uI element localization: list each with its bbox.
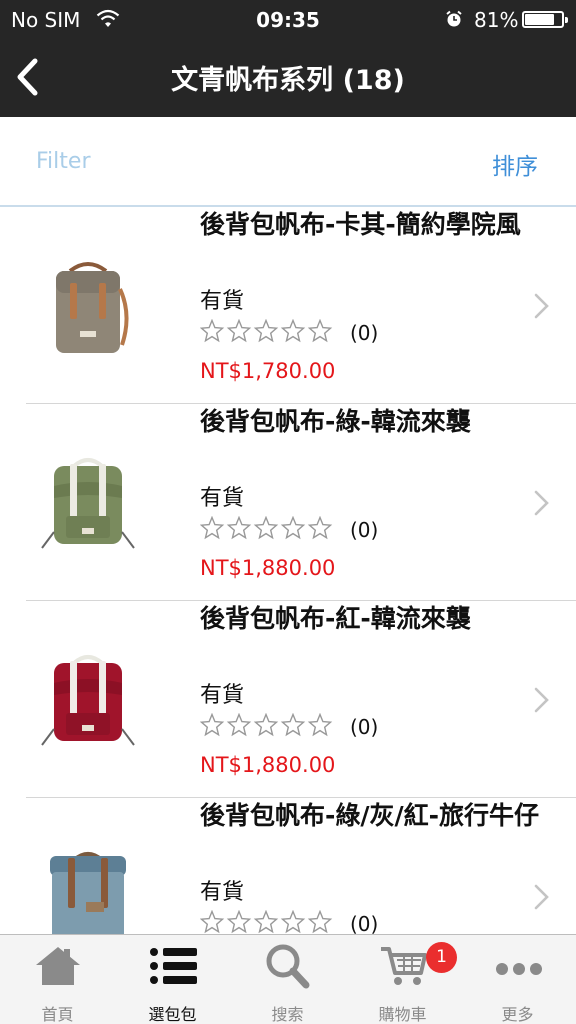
- star-icon: [307, 516, 333, 540]
- tab-label: 更多: [501, 1005, 534, 1024]
- alarm-icon: [446, 10, 462, 27]
- product-name: 後背包帆布-紅-韓流來襲: [200, 604, 471, 633]
- stock-status: 有貨: [200, 683, 245, 708]
- product-name: 後背包帆布-卡其-簡約學院風: [200, 210, 521, 239]
- star-icon: [200, 713, 225, 737]
- top-bar: No SIM 09:35 81% 文青帆布系列 (18): [0, 0, 576, 117]
- star-icon: [226, 319, 252, 343]
- battery-nub: [565, 17, 568, 23]
- product-price: NT$1,880.00: [200, 556, 336, 580]
- screen: No SIM 09:35 81% 文青帆布系列 (18) Filter 排序 後…: [0, 0, 576, 1024]
- star-icon: [253, 516, 279, 540]
- tab-more[interactable]: 更多: [460, 935, 575, 1024]
- review-count: (0): [350, 518, 379, 542]
- star-icon: [280, 319, 306, 343]
- review-count: (0): [350, 912, 379, 934]
- star-icon: [253, 910, 279, 934]
- star-icon: [253, 319, 279, 343]
- product-list: 後背包帆布-卡其-簡約學院風 有貨 (0) NT$1,780.00 後背包帆布-…: [0, 207, 576, 934]
- list-icon: [150, 948, 197, 984]
- product-row[interactable]: 後背包帆布-卡其-簡約學院風 有貨 (0) NT$1,780.00: [0, 207, 576, 404]
- chevron-right-icon: [534, 293, 549, 319]
- tab-label: 購物車: [378, 1005, 427, 1024]
- tab-label: 選包包: [148, 1005, 197, 1024]
- tab-label: 搜索: [271, 1005, 304, 1024]
- sort-button[interactable]: 排序: [492, 147, 538, 181]
- chevron-right-icon: [534, 884, 549, 910]
- battery-level: [525, 14, 554, 25]
- product-name: 後背包帆布-綠/灰/紅-旅行牛仔: [200, 801, 540, 830]
- cart-badge: 1: [426, 942, 457, 973]
- product-row[interactable]: 後背包帆布-綠-韓流來襲 有貨 (0) NT$1,880.00: [0, 404, 576, 601]
- filter-bar: Filter 排序: [0, 117, 576, 207]
- tab-label: 首頁: [41, 1005, 74, 1024]
- rating-stars: [200, 910, 333, 934]
- product-row[interactable]: 後背包帆布-紅-韓流來襲 有貨 (0) NT$1,880.00: [0, 601, 576, 798]
- stock-status: 有貨: [200, 289, 245, 314]
- home-icon: [36, 947, 80, 985]
- chevron-right-icon: [534, 490, 549, 516]
- chevron-right-icon: [534, 687, 549, 713]
- tab-home[interactable]: 首頁: [0, 935, 115, 1024]
- star-icon: [280, 516, 306, 540]
- star-icon: [226, 910, 252, 934]
- stock-status: 有貨: [200, 880, 245, 905]
- tab-browse[interactable]: 選包包: [115, 935, 230, 1024]
- filter-button[interactable]: Filter: [36, 149, 90, 174]
- status-bar: No SIM 09:35 81%: [0, 0, 576, 40]
- rating-stars: [200, 713, 333, 737]
- stock-status: 有貨: [200, 486, 245, 511]
- star-icon: [307, 910, 333, 934]
- tab-bar: 首頁 選包包 搜索 購物車 更多: [0, 934, 576, 1024]
- star-icon: [200, 319, 225, 343]
- battery-icon: [522, 11, 568, 28]
- cart-icon: [381, 947, 427, 985]
- product-thumbnail-green-backpack: [41, 458, 135, 549]
- tab-search[interactable]: 搜索: [230, 935, 345, 1024]
- star-icon: [200, 910, 225, 934]
- star-icon: [307, 319, 333, 343]
- star-icon: [226, 516, 252, 540]
- product-thumbnail-red-backpack: [41, 655, 135, 746]
- star-icon: [200, 516, 225, 540]
- star-icon: [280, 910, 306, 934]
- search-icon: [266, 944, 310, 989]
- product-name: 後背包帆布-綠-韓流來襲: [200, 407, 471, 436]
- product-thumbnail-khaki-backpack: [56, 262, 129, 353]
- star-icon: [253, 713, 279, 737]
- star-icon: [307, 713, 333, 737]
- page-title: 文青帆布系列 (18): [171, 65, 405, 96]
- more-icon: [496, 963, 542, 975]
- battery-percent: 81%: [474, 8, 519, 32]
- rating-stars: [200, 319, 333, 343]
- review-count: (0): [350, 321, 379, 345]
- product-price: NT$1,880.00: [200, 753, 336, 777]
- star-icon: [226, 713, 252, 737]
- review-count: (0): [350, 715, 379, 739]
- rating-stars: [200, 516, 333, 540]
- product-price: NT$1,780.00: [200, 359, 336, 383]
- star-icon: [280, 713, 306, 737]
- product-thumbnail-denim-backpack: [50, 852, 126, 934]
- product-row[interactable]: 後背包帆布-綠/灰/紅-旅行牛仔 有貨 (0): [0, 798, 576, 934]
